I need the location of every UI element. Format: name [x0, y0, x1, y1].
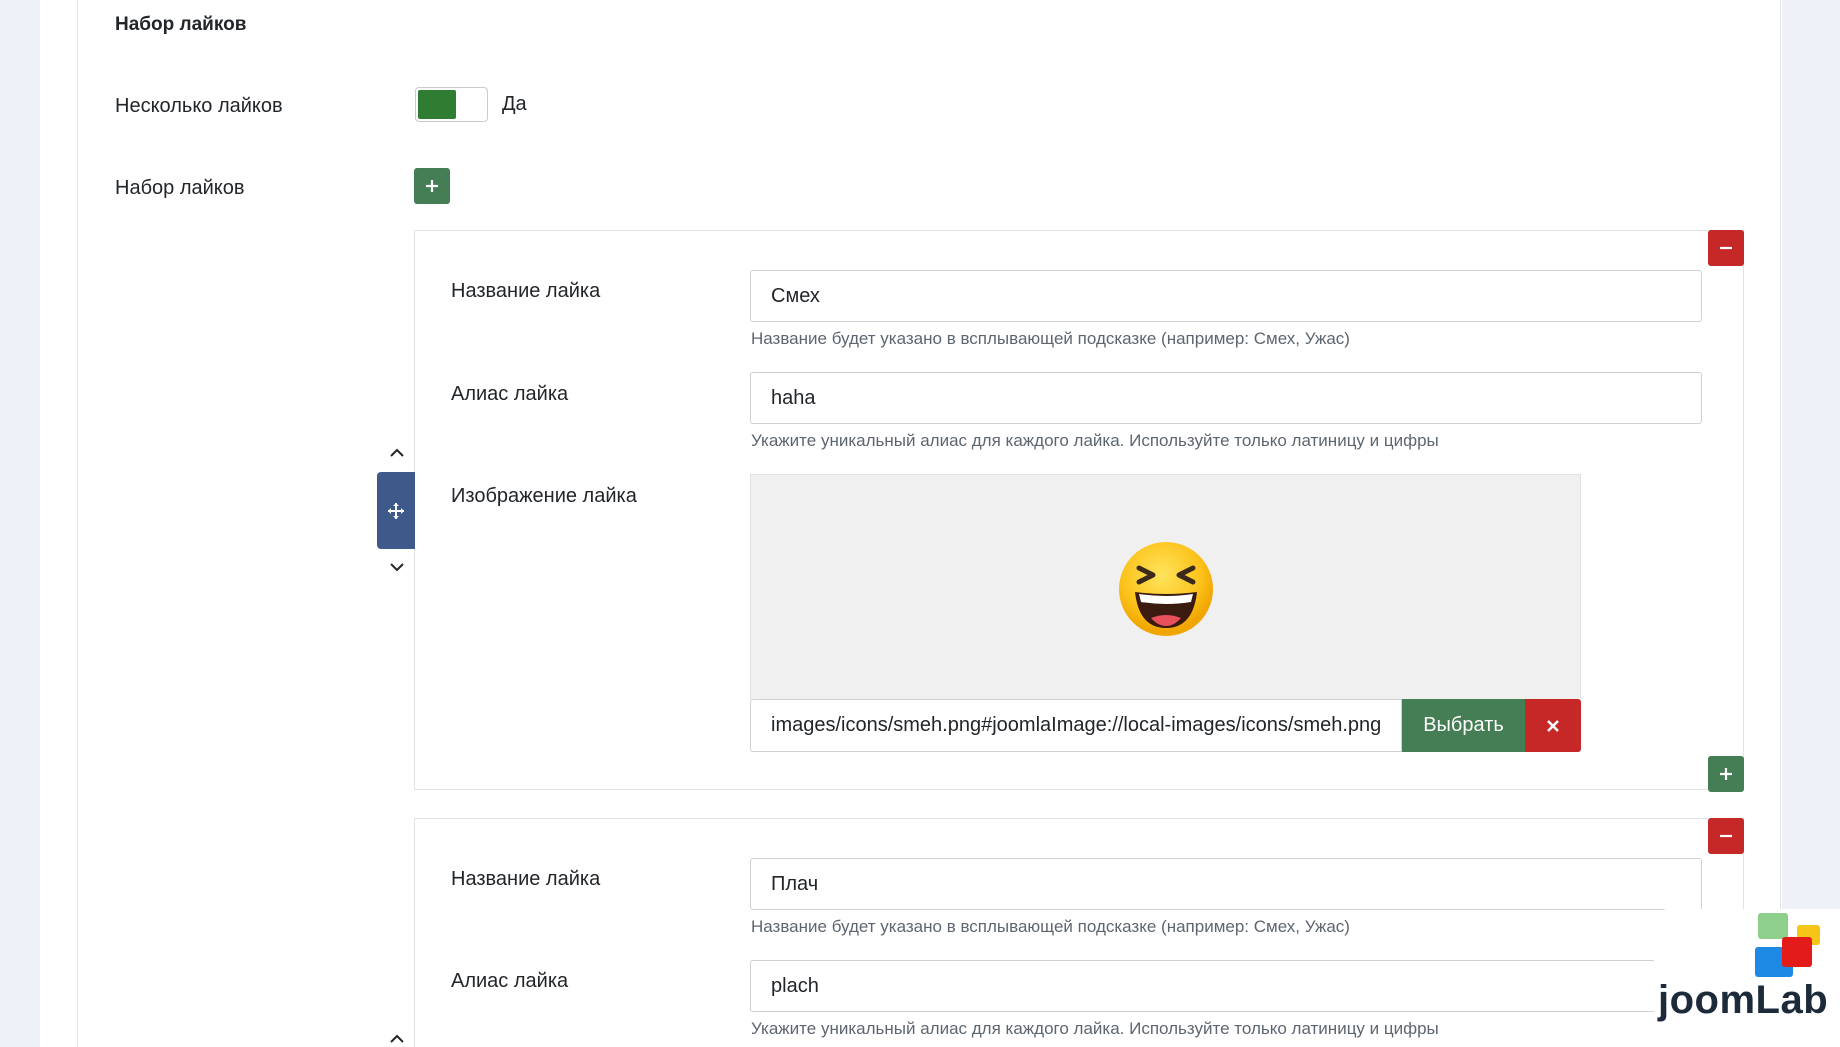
row-2-alias-label: Алиас лайка: [451, 970, 569, 992]
remove-row-2-button[interactable]: [1708, 818, 1744, 854]
move-arrows-icon: [388, 502, 404, 519]
row-1-media-field: images/icons/smeh.png#joomlaImage://loca…: [750, 699, 1581, 752]
row-1-alias-hint: Укажите уникальный алиас для каждого лай…: [751, 431, 1439, 450]
row-1-image-path-input[interactable]: images/icons/smeh.png#joomlaImage://loca…: [750, 699, 1402, 752]
logo-square-red: [1782, 937, 1812, 967]
multiple-likes-switch[interactable]: [415, 87, 488, 122]
row-1-alias-label: Алиас лайка: [451, 383, 569, 405]
minus-icon: [1720, 246, 1732, 250]
clear-image-button[interactable]: [1525, 699, 1581, 752]
remove-row-1-button[interactable]: [1708, 230, 1744, 266]
like-set-label: Набор лайков: [115, 177, 245, 199]
row-1-image-label: Изображение лайка: [451, 485, 637, 507]
close-icon: [1547, 719, 1559, 732]
plus-icon: [1720, 768, 1732, 780]
row-2-name-input[interactable]: Плач: [750, 858, 1702, 910]
move-down-icon[interactable]: [388, 558, 406, 576]
select-image-button[interactable]: Выбрать: [1402, 699, 1525, 752]
row-2-alias-hint: Укажите уникальный алиас для каждого лай…: [751, 1019, 1439, 1038]
move-up-icon[interactable]: [388, 1030, 406, 1047]
laughing-emoji-icon: [1119, 542, 1213, 636]
row-2-alias-input[interactable]: plach: [750, 960, 1702, 1012]
row-1-name-input[interactable]: Смех: [750, 270, 1702, 322]
move-up-icon[interactable]: [388, 444, 406, 462]
row-1-name-hint: Название будет указано в всплывающей под…: [751, 329, 1350, 348]
add-row-after-1-button[interactable]: [1708, 756, 1744, 792]
logo-text: joomLab: [1658, 978, 1829, 1022]
row-1-name-label: Название лайка: [451, 280, 601, 302]
plus-icon: [426, 180, 438, 192]
fieldset-legend: Набор лайков: [115, 14, 247, 35]
row-1-alias-input[interactable]: haha: [750, 372, 1702, 424]
multiple-likes-label: Несколько лайков: [115, 95, 283, 117]
row-2-name-label: Название лайка: [451, 868, 601, 890]
drag-handle[interactable]: [377, 472, 415, 549]
switch-knob: [418, 90, 456, 119]
multiple-likes-value: Да: [502, 93, 527, 115]
logo-square-green: [1758, 913, 1788, 939]
row-2-name-hint: Название будет указано в всплывающей под…: [751, 917, 1350, 936]
minus-icon: [1720, 834, 1732, 838]
add-first-row-button[interactable]: [414, 168, 450, 204]
